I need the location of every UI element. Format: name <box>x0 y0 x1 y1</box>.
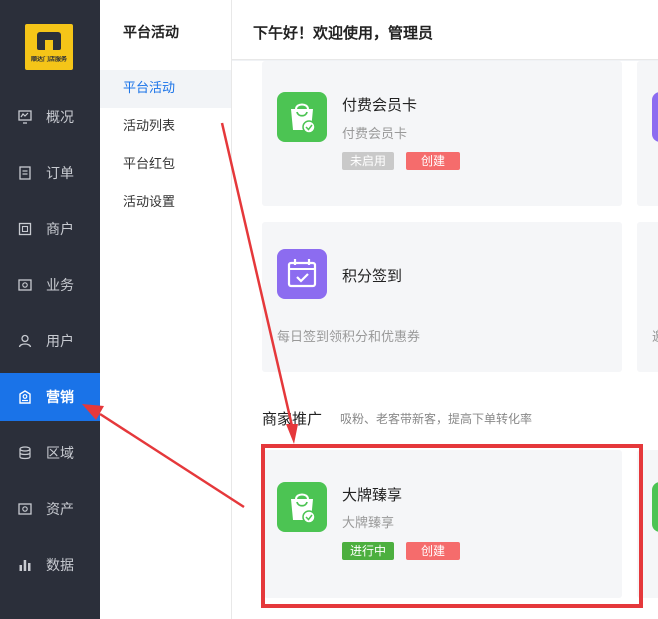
nav-item-marketing[interactable]: 营销 <box>0 373 100 421</box>
card-desc: 每日签到领积分和优惠券 <box>277 330 421 345</box>
nav-label: 业务 <box>46 278 74 294</box>
subnav-title: 平台活动 <box>123 25 179 41</box>
briefcase-icon <box>18 278 32 292</box>
card-title: 付费会员卡 <box>342 96 418 114</box>
subnav-item-platform-red-packet[interactable]: 平台红包 <box>100 146 231 184</box>
activity-card-partial[interactable] <box>637 61 658 206</box>
create-button[interactable]: 创建 <box>406 542 460 560</box>
partial-card-icon <box>652 482 658 532</box>
main-sidebar: 顺达门店服务 概况 订单 商户 业务 用户 营销 区域 资产 数据 <box>0 0 100 619</box>
store-logo-icon <box>37 32 61 50</box>
subnav-item-activity-settings[interactable]: 活动设置 <box>100 184 231 222</box>
section-subtitle: 吸粉、老客带新客，提高下单转化率 <box>340 412 533 426</box>
nav-label: 商户 <box>46 222 74 238</box>
subnav-item-activity-list[interactable]: 活动列表 <box>100 108 231 146</box>
top-header: 下午好！欢迎使用，管理员 <box>232 0 658 60</box>
nav-label: 营销 <box>46 390 74 406</box>
database-icon <box>18 446 32 460</box>
nav-label: 概况 <box>46 110 74 126</box>
bar-chart-icon <box>18 558 32 572</box>
document-icon <box>18 166 32 180</box>
partial-card-icon <box>652 92 658 142</box>
status-badge-active: 进行中 <box>342 542 395 560</box>
nav-label: 订单 <box>46 166 74 182</box>
nav-item-orders[interactable]: 订单 <box>0 149 100 197</box>
create-button[interactable]: 创建 <box>406 152 460 170</box>
status-badge-inactive: 未启用 <box>342 152 395 170</box>
activity-card-partial-2[interactable]: 邀 <box>637 222 658 372</box>
main-content: 付费会员卡 付费会员卡 未启用 创建 积分签到 每日签到领积分和优惠券 邀 商家… <box>232 61 658 619</box>
promo-card-brand-deals[interactable]: 大牌臻享 大牌臻享 进行中 创建 <box>264 450 622 598</box>
logo-text: 顺达门店服务 <box>30 56 67 63</box>
store-icon <box>18 222 32 236</box>
subnav-item-platform-activity[interactable]: 平台活动 <box>100 70 231 108</box>
nav-item-business[interactable]: 业务 <box>0 261 100 309</box>
nav-label: 区域 <box>46 446 74 462</box>
app-logo[interactable]: 顺达门店服务 <box>25 24 73 70</box>
promo-card-partial[interactable] <box>637 450 658 598</box>
card-title: 大牌臻享 <box>342 486 403 504</box>
card-title: 积分签到 <box>342 267 403 285</box>
section-title: 商家推广 <box>262 410 323 428</box>
calendar-check-icon <box>277 249 327 299</box>
shopping-bag-icon <box>277 92 327 142</box>
monitor-icon <box>18 110 32 124</box>
secondary-sidebar: 平台活动 平台活动 活动列表 平台红包 活动设置 <box>100 0 232 619</box>
card-desc: 大牌臻享 <box>342 516 395 531</box>
nav-label: 数据 <box>46 558 74 574</box>
greeting-text: 下午好！欢迎使用，管理员 <box>253 24 434 42</box>
nav-item-overview[interactable]: 概况 <box>0 93 100 141</box>
nav-item-assets[interactable]: 资产 <box>0 485 100 533</box>
shopping-bag-icon <box>277 482 327 532</box>
nav-label: 用户 <box>46 334 74 350</box>
nav-item-region[interactable]: 区域 <box>0 429 100 477</box>
activity-card-points-checkin[interactable]: 积分签到 每日签到领积分和优惠券 <box>262 222 622 372</box>
asset-icon <box>18 502 32 516</box>
activity-card-paid-membership[interactable]: 付费会员卡 付费会员卡 未启用 创建 <box>262 61 622 206</box>
user-icon <box>18 334 32 348</box>
nav-item-users[interactable]: 用户 <box>0 317 100 365</box>
card-desc: 付费会员卡 <box>342 127 408 142</box>
partial-card-text: 邀 <box>652 326 658 345</box>
nav-label: 资产 <box>46 502 74 518</box>
nav-item-data[interactable]: 数据 <box>0 541 100 589</box>
marketing-icon <box>18 390 32 404</box>
nav-item-merchants[interactable]: 商户 <box>0 205 100 253</box>
